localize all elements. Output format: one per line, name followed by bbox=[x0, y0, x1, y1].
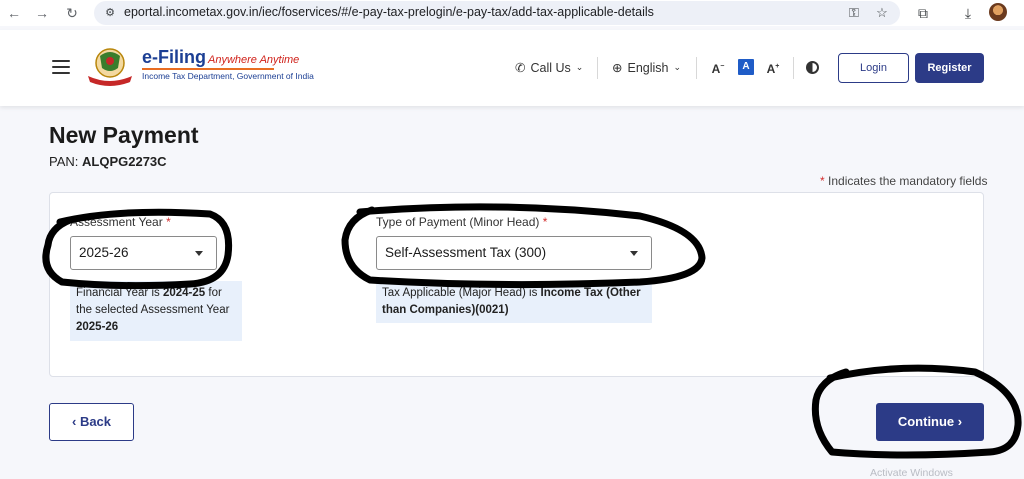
logo-title[interactable]: e-Filing Anywhere Anytime bbox=[142, 47, 299, 68]
assessment-year-value: 2025-26 bbox=[79, 245, 129, 260]
payment-details-card: Assessment Year * 2025-26 Financial Year… bbox=[49, 192, 984, 377]
income-tax-emblem-logo[interactable] bbox=[84, 46, 136, 86]
chevron-down-icon: ⌄ bbox=[575, 62, 584, 72]
url-text[interactable]: eportal.incometax.gov.in/iec/foservices/… bbox=[124, 5, 654, 19]
font-decrease-button[interactable]: A− bbox=[710, 59, 726, 76]
language-label: English bbox=[627, 60, 669, 75]
site-settings-icon[interactable]: ⚙ bbox=[102, 5, 118, 21]
profile-avatar[interactable] bbox=[989, 3, 1007, 21]
page-title: New Payment bbox=[49, 122, 199, 148]
header-divider bbox=[696, 57, 697, 79]
reload-icon[interactable]: ↻ bbox=[62, 3, 82, 23]
contrast-icon[interactable] bbox=[806, 61, 819, 74]
font-default-button[interactable]: A bbox=[738, 59, 754, 75]
language-dropdown[interactable]: ⊕ English ⌄ bbox=[612, 60, 682, 76]
back-button[interactable]: ‹ Back bbox=[49, 403, 134, 441]
key-icon[interactable]: ⚿ bbox=[846, 5, 862, 21]
caret-down-icon bbox=[195, 251, 203, 256]
caret-down-icon bbox=[630, 251, 638, 256]
globe-icon: ⊕ bbox=[612, 61, 623, 75]
activate-windows-watermark: Activate Windows bbox=[870, 467, 953, 479]
pan-value: ALQPG2273C bbox=[82, 154, 167, 169]
mandatory-note-text: Indicates the mandatory fields bbox=[828, 174, 988, 188]
font-increase-button[interactable]: A+ bbox=[765, 59, 781, 76]
header-divider bbox=[597, 57, 598, 79]
chevron-left-icon: ‹ bbox=[71, 414, 77, 429]
pan-label: PAN: bbox=[49, 154, 79, 169]
call-us-dropdown[interactable]: ✆ Call Us ⌄ bbox=[515, 60, 584, 76]
assessment-year-label: Assessment Year * bbox=[70, 215, 171, 229]
browser-toolbar: ← → ↻ ⚙ eportal.incometax.gov.in/iec/fos… bbox=[0, 0, 1024, 26]
assessment-year-select[interactable]: 2025-26 bbox=[70, 236, 217, 270]
forward-arrow-icon[interactable]: → bbox=[32, 3, 52, 23]
financial-year-info: Financial Year is 2024-25 for the select… bbox=[70, 281, 242, 341]
star-icon[interactable]: ☆ bbox=[874, 5, 890, 21]
continue-button[interactable]: Continue › bbox=[876, 403, 984, 441]
call-us-label: Call Us bbox=[530, 60, 571, 75]
address-bar[interactable]: ⚙ eportal.incometax.gov.in/iec/foservice… bbox=[94, 1, 900, 25]
register-button[interactable]: Register bbox=[915, 53, 984, 83]
hamburger-menu-icon[interactable] bbox=[52, 60, 70, 74]
chevron-down-icon: ⌄ bbox=[673, 62, 682, 72]
header-divider bbox=[793, 57, 794, 79]
mandatory-fields-note: * Indicates the mandatory fields bbox=[820, 174, 987, 188]
mandatory-star: * bbox=[820, 174, 825, 188]
login-button[interactable]: Login bbox=[838, 53, 909, 83]
download-icon[interactable]: ⤓ bbox=[958, 3, 978, 23]
logo-subtitle: Income Tax Department, Government of Ind… bbox=[142, 71, 314, 81]
major-head-info: Tax Applicable (Major Head) is Income Ta… bbox=[376, 281, 652, 323]
logo-underline bbox=[142, 68, 274, 70]
back-arrow-icon[interactable]: ← bbox=[4, 3, 24, 23]
payment-type-label: Type of Payment (Minor Head) * bbox=[376, 215, 548, 229]
logo-tagline: Anywhere Anytime bbox=[208, 54, 300, 66]
payment-type-value: Self-Assessment Tax (300) bbox=[385, 245, 547, 260]
payment-type-select[interactable]: Self-Assessment Tax (300) bbox=[376, 236, 652, 270]
pan-line: PAN: ALQPG2273C bbox=[49, 154, 167, 169]
site-header: e-Filing Anywhere Anytime Income Tax Depa… bbox=[0, 30, 1024, 106]
phone-icon: ✆ bbox=[515, 61, 526, 75]
extensions-icon[interactable]: ⧉ bbox=[913, 3, 933, 23]
chevron-right-icon: › bbox=[957, 414, 963, 429]
